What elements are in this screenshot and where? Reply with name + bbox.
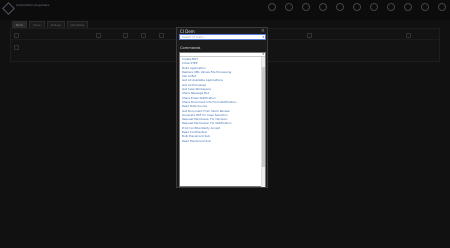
ci-dem-select[interactable]: Select CI Dem... ▾ xyxy=(179,34,266,40)
logo-text: Automation Anywhere xyxy=(16,3,50,7)
tool-icon xyxy=(406,33,411,38)
row-icon xyxy=(14,45,19,50)
clock-icon[interactable] xyxy=(302,3,310,11)
grid-icon[interactable] xyxy=(319,3,327,11)
top-bar: Automation Anywhere xyxy=(0,0,450,20)
top-icon-group xyxy=(268,3,446,11)
tool-icon xyxy=(96,33,101,38)
app-logo: Automation Anywhere xyxy=(2,2,49,17)
scrollbar[interactable] xyxy=(261,57,265,187)
refresh-icon[interactable] xyxy=(285,3,293,11)
tool-icon xyxy=(307,33,312,38)
logo-mark-icon xyxy=(2,2,15,15)
settings-icon[interactable] xyxy=(404,3,412,11)
magic-icon[interactable] xyxy=(336,3,344,11)
chevron-down-icon: ▾ xyxy=(262,35,264,39)
document-icon[interactable] xyxy=(370,3,378,11)
list-item[interactable]: Read Placement Sub xyxy=(182,139,260,143)
tool-icon xyxy=(123,33,128,38)
power-icon[interactable] xyxy=(438,3,446,11)
help-icon[interactable] xyxy=(421,3,429,11)
chevron-down-icon: ▾ xyxy=(262,52,264,56)
commands-list: Create BOT Close STEP Build Application … xyxy=(180,57,260,187)
commands-label: Commands xyxy=(180,46,201,50)
row-icon xyxy=(14,33,19,38)
ci-dem-dialog: CI Dem × Select CI Dem... ▾ Commands ▾ C… xyxy=(176,27,268,188)
bell-icon[interactable] xyxy=(353,3,361,11)
commands-listbox[interactable]: ▾ Create BOT Close STEP Build Applicatio… xyxy=(179,52,266,187)
tool-icon xyxy=(159,33,164,38)
star-badge-icon[interactable] xyxy=(268,3,276,11)
tool-icon xyxy=(141,33,146,38)
lightbulb-icon[interactable] xyxy=(387,3,395,11)
ci-dem-placeholder: Select CI Dem... xyxy=(182,35,207,39)
scrollbar-thumb[interactable] xyxy=(262,67,265,167)
